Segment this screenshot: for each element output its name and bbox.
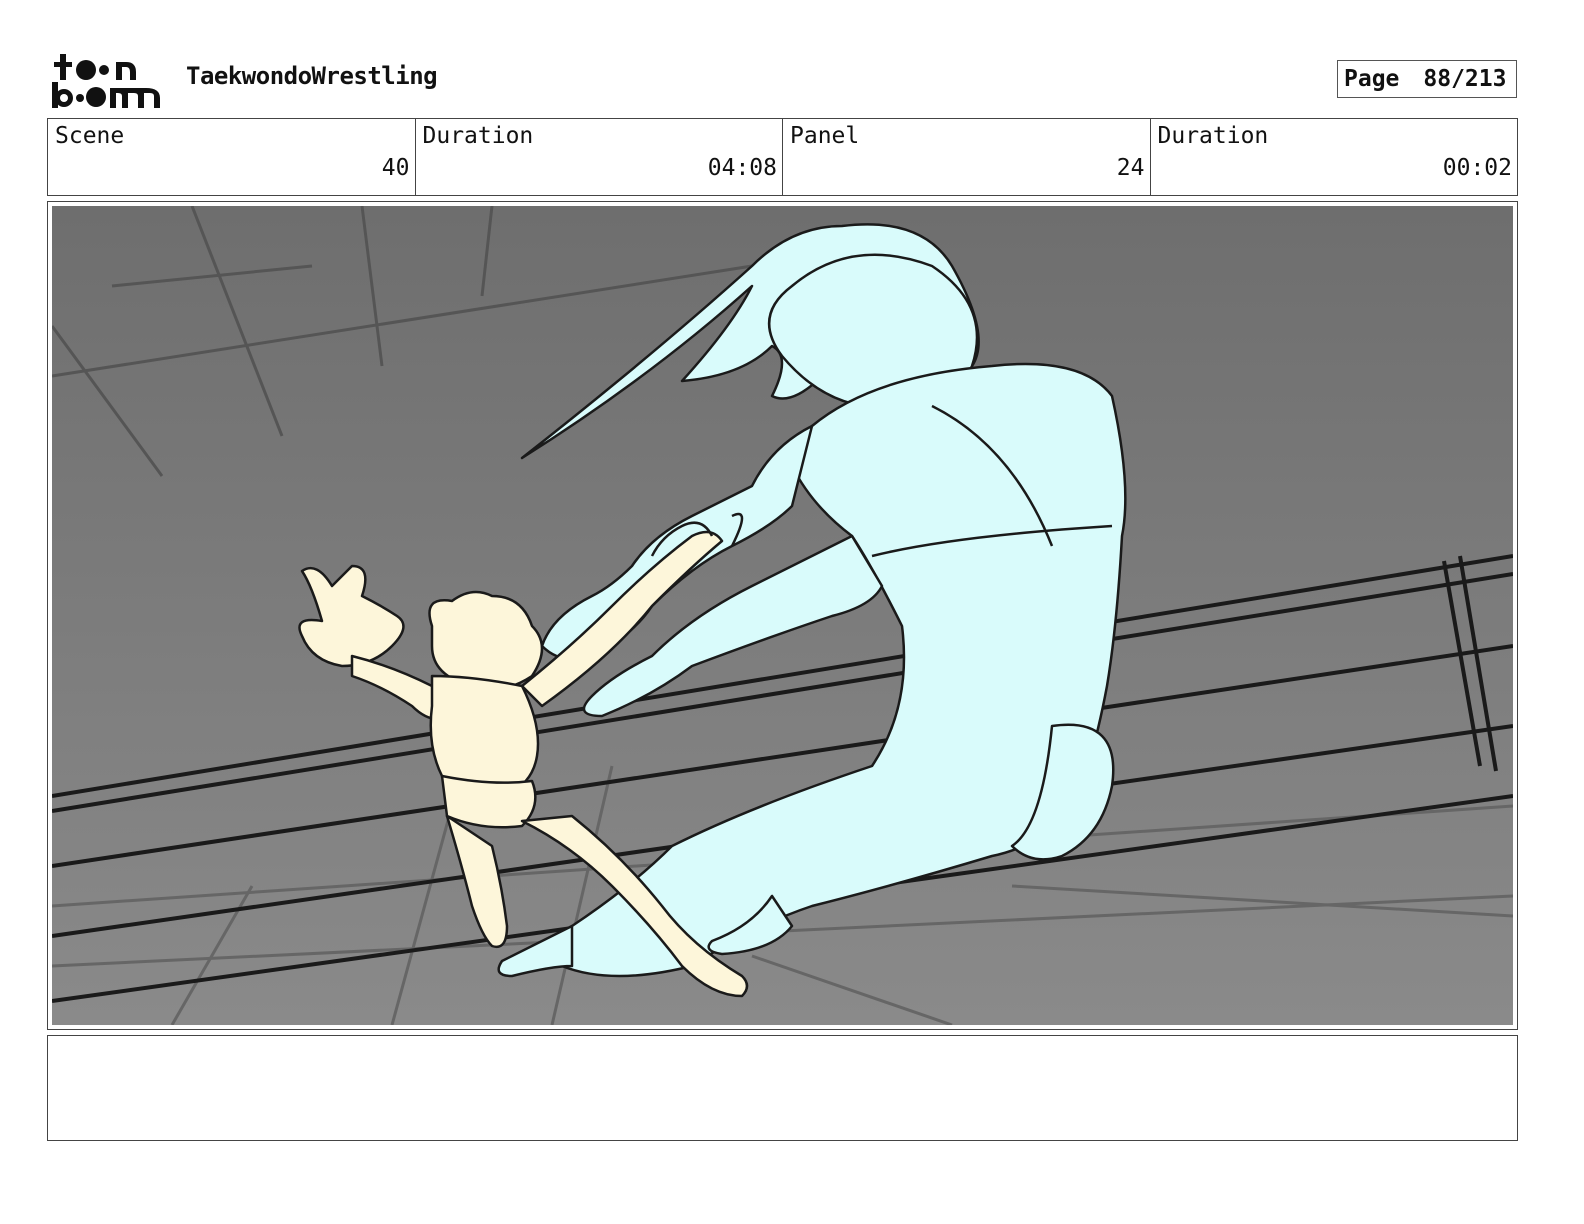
toon-boom-logo [50, 52, 162, 110]
panel-info-row: Scene 40 Duration 04:08 Panel 24 Duratio… [47, 118, 1518, 196]
scene-value: 40 [381, 155, 410, 181]
panel-notes-box [47, 1035, 1518, 1141]
page-label: Page [1344, 66, 1400, 92]
panel-duration-value: 00:02 [1442, 155, 1512, 181]
scene-duration-value: 04:08 [707, 155, 777, 181]
panel-label: Panel [790, 123, 860, 149]
scene-label: Scene [55, 123, 125, 149]
scene-cell: Scene 40 [48, 119, 416, 195]
storyboard-panel-frame [47, 201, 1518, 1030]
panel-duration-label: Duration [1157, 123, 1269, 149]
scene-duration-label: Duration [422, 123, 534, 149]
scene-duration-cell: Duration 04:08 [416, 119, 783, 195]
panel-drawing [52, 206, 1513, 1025]
panel-duration-cell: Duration 00:02 [1151, 119, 1518, 195]
page-number: 88/213 [1423, 66, 1507, 92]
project-title: TaekwondoWrestling [186, 62, 438, 90]
page-indicator: Page 88/213 [1337, 60, 1517, 98]
panel-cell: Panel 24 [783, 119, 1151, 195]
storyboard-panel-image [52, 206, 1513, 1025]
panel-value: 24 [1116, 155, 1145, 181]
